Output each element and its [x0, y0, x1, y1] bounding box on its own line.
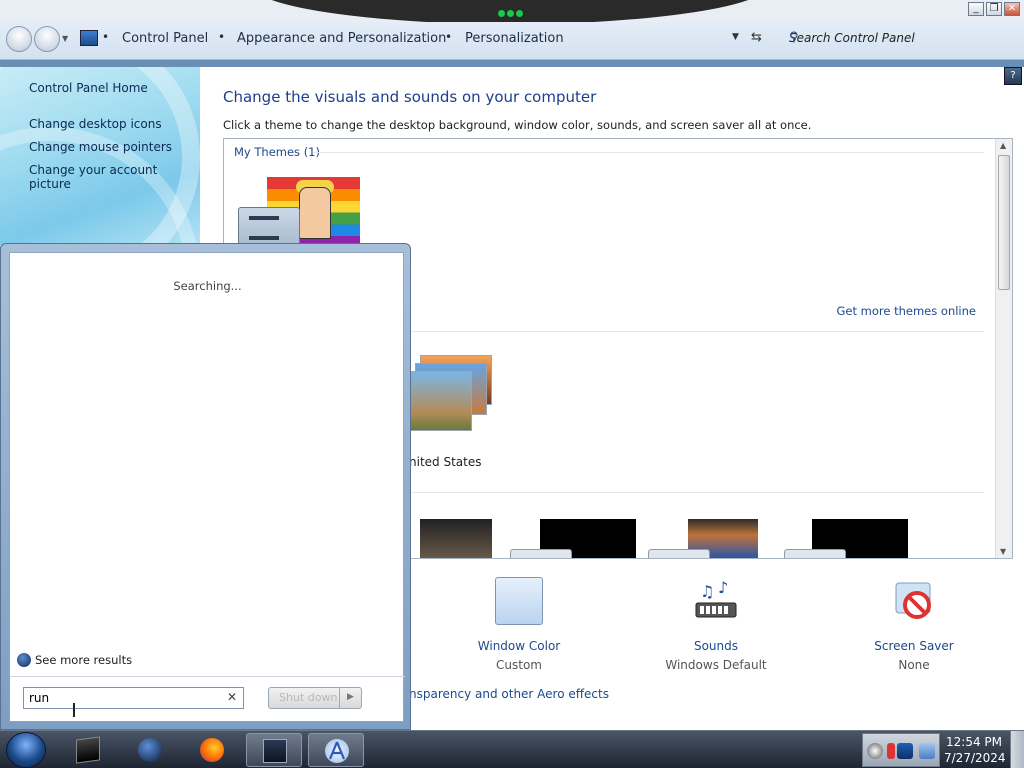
- scrollbar-thumb[interactable]: [998, 155, 1010, 290]
- aero-effects-link[interactable]: nsparency and other Aero effects: [409, 687, 609, 701]
- screen-saver-icon: [890, 577, 938, 625]
- sounds-value: Windows Default: [665, 658, 767, 672]
- clock-time: 12:54 PM: [946, 735, 1002, 749]
- monitor-icon: [263, 739, 287, 763]
- firefox-icon: [200, 738, 224, 762]
- start-menu-results-pane: Searching... See more results ✕ Shut dow…: [9, 252, 405, 722]
- sidebar-link-account-picture[interactable]: Change your account picture: [29, 163, 200, 191]
- search-results-icon: [17, 653, 31, 667]
- search-status: Searching...: [173, 279, 242, 293]
- theme-window-preview: [784, 549, 846, 558]
- show-desktop-button[interactable]: [1010, 731, 1024, 768]
- theme-wallpaper-preview: [299, 187, 331, 239]
- sidebar-link-desktop-icons[interactable]: Change desktop icons: [29, 117, 162, 131]
- taskbar-item-terminal[interactable]: [60, 733, 116, 767]
- breadcrumb-separator-icon[interactable]: •: [445, 30, 452, 44]
- page-title: Change the visuals and sounds on your co…: [223, 88, 597, 106]
- network-icon[interactable]: [919, 743, 935, 759]
- window-color-value: Custom: [496, 658, 542, 672]
- taskbar-item-firefox[interactable]: [184, 733, 240, 767]
- breadcrumb-personalization[interactable]: Personalization: [465, 31, 564, 46]
- breadcrumb-control-panel[interactable]: Control Panel: [122, 31, 208, 46]
- clear-search-icon[interactable]: ✕: [227, 690, 237, 704]
- theme-thumbnail[interactable]: [420, 519, 492, 558]
- window-color-control[interactable]: Window Color Custom: [459, 577, 579, 672]
- scroll-up-icon[interactable]: ▲: [1000, 141, 1006, 150]
- window-color-icon: [495, 577, 543, 625]
- theme-list-scrollbar[interactable]: ▲ ▼: [995, 139, 1012, 558]
- taskbar: 12:54 PM 7/27/2024: [0, 730, 1024, 768]
- screen-saver-control[interactable]: Screen Saver None: [854, 577, 974, 672]
- search-input[interactable]: Search Control Panel ⚲: [780, 26, 1022, 54]
- help-icon[interactable]: ?: [1004, 67, 1022, 85]
- see-more-results-link[interactable]: See more results: [17, 653, 132, 667]
- screen-saver-value: None: [898, 658, 930, 672]
- address-dropdown-icon[interactable]: ▼: [732, 32, 739, 42]
- window-color-label[interactable]: Window Color: [459, 639, 579, 653]
- sidebar-link-home[interactable]: Control Panel Home: [29, 81, 148, 95]
- system-tray: [862, 733, 940, 767]
- sidebar: Control Panel Home Change desktop icons …: [0, 67, 200, 247]
- terminal-icon: [76, 736, 100, 764]
- my-themes-heading: My Themes (1): [234, 145, 320, 159]
- breadcrumb-separator-icon[interactable]: •: [102, 30, 109, 44]
- start-search-box[interactable]: ✕: [23, 687, 244, 709]
- close-button[interactable]: ✕: [1004, 2, 1020, 16]
- theme-label: nited States: [409, 455, 482, 469]
- svg-text:♪: ♪: [718, 578, 728, 597]
- refresh-icon[interactable]: ⇆: [751, 30, 762, 45]
- taskbar-clock[interactable]: 12:54 PM 7/27/2024: [944, 734, 1006, 766]
- get-more-themes-link[interactable]: Get more themes online: [837, 304, 976, 318]
- theme-window-preview: [510, 549, 572, 558]
- window-controls: _ ❐ ✕: [968, 2, 1020, 16]
- text-cursor-icon: [73, 703, 75, 717]
- address-bar: ▼ • Control Panel • Appearance and Perso…: [0, 22, 1024, 60]
- sounds-icon: ♫ ♪: [692, 577, 740, 625]
- divider: [314, 152, 984, 153]
- globe-icon: [138, 738, 162, 762]
- taskbar-item-control-panel[interactable]: [246, 733, 302, 767]
- sounds-control[interactable]: ♫ ♪ Sounds Windows Default: [656, 577, 776, 672]
- breadcrumb-appearance[interactable]: Appearance and Personalization: [237, 31, 446, 46]
- divider: [10, 676, 405, 677]
- window-top-frame: _ ❐ ✕: [0, 0, 1024, 24]
- back-button[interactable]: [6, 26, 32, 52]
- breadcrumb-separator-icon[interactable]: •: [218, 30, 225, 44]
- action-center-icon[interactable]: [897, 743, 913, 759]
- forward-button[interactable]: [34, 26, 60, 52]
- theme-wallpaper-preview: [410, 371, 472, 431]
- page-subtitle: Click a theme to change the desktop back…: [223, 118, 812, 132]
- taskbar-item-network[interactable]: [122, 733, 178, 767]
- status-lights-icon: [498, 6, 528, 17]
- start-search-input[interactable]: [29, 689, 219, 707]
- control-panel-icon: [80, 30, 98, 46]
- app-store-icon: [325, 739, 349, 763]
- start-menu: Searching... See more results ✕ Shut dow…: [0, 243, 411, 730]
- taskbar-item-app[interactable]: [308, 733, 364, 767]
- svg-text:♫: ♫: [700, 582, 714, 601]
- tray-icon[interactable]: [887, 743, 895, 759]
- scroll-down-icon[interactable]: ▼: [1000, 547, 1006, 556]
- minimize-button[interactable]: _: [968, 2, 984, 16]
- search-icon[interactable]: ⚲: [789, 30, 1016, 45]
- shutdown-button[interactable]: Shut down ▶: [268, 687, 362, 709]
- shutdown-options-icon[interactable]: ▶: [339, 687, 361, 709]
- recent-pages-icon[interactable]: ▼: [62, 34, 68, 43]
- shutdown-label: Shut down: [279, 691, 338, 704]
- sounds-label[interactable]: Sounds: [656, 639, 776, 653]
- see-more-results-label: See more results: [35, 653, 133, 667]
- sidebar-link-mouse-pointers[interactable]: Change mouse pointers: [29, 140, 172, 154]
- start-button[interactable]: [6, 732, 46, 768]
- clock-date: 7/27/2024: [944, 751, 1006, 765]
- maximize-button[interactable]: ❐: [986, 2, 1002, 16]
- screen-saver-label[interactable]: Screen Saver: [854, 639, 974, 653]
- theme-window-preview: [648, 549, 710, 558]
- tray-icon[interactable]: [867, 743, 883, 759]
